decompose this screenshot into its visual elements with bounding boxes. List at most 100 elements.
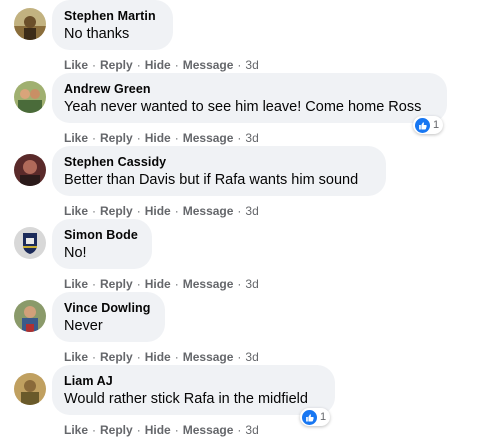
comment-author[interactable]: Vince Dowling <box>64 301 151 315</box>
comment-text: Would rather stick Rafa in the midfield <box>64 391 308 407</box>
comment-text: No! <box>64 245 87 261</box>
comment: Andrew Green Yeah never wanted to see hi… <box>0 73 495 154</box>
message-link[interactable]: Message <box>183 58 234 72</box>
timestamp-link[interactable]: 3d <box>245 131 258 145</box>
message-link[interactable]: Message <box>183 277 234 291</box>
avatar[interactable] <box>14 373 46 405</box>
message-link[interactable]: Message <box>183 350 234 364</box>
separator: · <box>136 277 141 291</box>
reaction-summary[interactable]: 1 <box>413 116 444 134</box>
separator: · <box>237 131 242 145</box>
timestamp-link[interactable]: 3d <box>245 277 258 291</box>
separator: · <box>136 204 141 218</box>
timestamp-link[interactable]: 3d <box>245 204 258 218</box>
separator: · <box>92 58 97 72</box>
avatar-image <box>14 300 46 332</box>
reply-link[interactable]: Reply <box>100 423 133 437</box>
separator: · <box>174 58 179 72</box>
like-link[interactable]: Like <box>64 277 88 291</box>
reply-link[interactable]: Reply <box>100 277 133 291</box>
like-link[interactable]: Like <box>64 423 88 437</box>
comment-bubble: Liam AJ Would rather stick Rafa in the m… <box>52 365 335 415</box>
separator: · <box>174 204 179 218</box>
separator: · <box>174 277 179 291</box>
comment-actions: Like · Reply · Hide · Message · 3d <box>64 131 259 145</box>
comment-author[interactable]: Andrew Green <box>64 82 151 96</box>
hide-link[interactable]: Hide <box>145 277 171 291</box>
separator: · <box>92 204 97 218</box>
comment-actions: Like · Reply · Hide · Message · 3d <box>64 204 259 218</box>
comment-bubble: Andrew Green Yeah never wanted to see hi… <box>52 73 447 123</box>
comment: Simon Bode No! Like · Reply · Hide · Message · 3… <box>0 219 495 300</box>
separator: · <box>136 423 141 437</box>
reply-link[interactable]: Reply <box>100 350 133 364</box>
separator: · <box>174 423 179 437</box>
avatar[interactable] <box>14 8 46 40</box>
thumbs-up-icon <box>415 117 430 133</box>
comment: Stephen Cassidy Better than Davis but if… <box>0 146 495 227</box>
avatar-image <box>14 8 46 40</box>
hide-link[interactable]: Hide <box>145 423 171 437</box>
comment-author[interactable]: Stephen Cassidy <box>64 155 166 169</box>
comment-text: Never <box>64 318 103 334</box>
reaction-count: 1 <box>433 119 440 131</box>
comment-author[interactable]: Liam AJ <box>64 374 113 388</box>
comment-text: No thanks <box>64 26 130 42</box>
separator: · <box>237 204 242 218</box>
like-link[interactable]: Like <box>64 58 88 72</box>
message-link[interactable]: Message <box>183 131 234 145</box>
comment-actions: Like · Reply · Hide · Message · 3d <box>64 277 259 291</box>
separator: · <box>92 131 97 145</box>
timestamp-link[interactable]: 3d <box>245 58 258 72</box>
separator: · <box>92 277 97 291</box>
reply-link[interactable]: Reply <box>100 131 133 145</box>
hide-link[interactable]: Hide <box>145 350 171 364</box>
separator: · <box>237 423 242 437</box>
separator: · <box>237 58 242 72</box>
separator: · <box>237 277 242 291</box>
comment: Liam AJ Would rather stick Rafa in the m… <box>0 365 495 446</box>
timestamp-link[interactable]: 3d <box>245 423 258 437</box>
comment-text: Better than Davis but if Rafa wants him … <box>64 172 359 188</box>
comment: Stephen Martin No thanks Like · Reply · Hide… <box>0 0 495 81</box>
separator: · <box>92 350 97 364</box>
comment-bubble: Simon Bode No! <box>52 219 152 269</box>
hide-link[interactable]: Hide <box>145 131 171 145</box>
reply-link[interactable]: Reply <box>100 58 133 72</box>
separator: · <box>174 350 179 364</box>
separator: · <box>136 350 141 364</box>
hide-link[interactable]: Hide <box>145 204 171 218</box>
like-link[interactable]: Like <box>64 204 88 218</box>
avatar-image <box>14 81 46 113</box>
comment-actions: Like · Reply · Hide · Message · 3d <box>64 58 259 72</box>
avatar-image <box>14 373 46 405</box>
like-link[interactable]: Like <box>64 131 88 145</box>
comment-author[interactable]: Stephen Martin <box>64 9 156 23</box>
comment-bubble: Stephen Cassidy Better than Davis but if… <box>52 146 386 196</box>
separator: · <box>237 350 242 364</box>
comment: Vince Dowling Never Like · Reply · Hide · Mess… <box>0 292 495 373</box>
comment-bubble: Stephen Martin No thanks <box>52 0 173 50</box>
avatar[interactable] <box>14 81 46 113</box>
message-link[interactable]: Message <box>183 204 234 218</box>
avatar[interactable] <box>14 154 46 186</box>
comment-actions: Like · Reply · Hide · Message · 3d <box>64 350 259 364</box>
reply-link[interactable]: Reply <box>100 204 133 218</box>
comment-actions: Like · Reply · Hide · Message · 3d <box>64 423 259 437</box>
avatar[interactable] <box>14 300 46 332</box>
comment-text: Yeah never wanted to see him leave! Come… <box>64 99 422 115</box>
thumbs-up-icon <box>302 409 317 425</box>
avatar-image <box>14 154 46 186</box>
separator: · <box>136 131 141 145</box>
avatar-image <box>14 227 46 259</box>
separator: · <box>92 423 97 437</box>
comment-author[interactable]: Simon Bode <box>64 228 138 242</box>
comment-bubble: Vince Dowling Never <box>52 292 165 342</box>
avatar[interactable] <box>14 227 46 259</box>
hide-link[interactable]: Hide <box>145 58 171 72</box>
reaction-count: 1 <box>320 411 327 423</box>
message-link[interactable]: Message <box>183 423 234 437</box>
timestamp-link[interactable]: 3d <box>245 350 258 364</box>
like-link[interactable]: Like <box>64 350 88 364</box>
reaction-summary[interactable]: 1 <box>300 408 331 426</box>
